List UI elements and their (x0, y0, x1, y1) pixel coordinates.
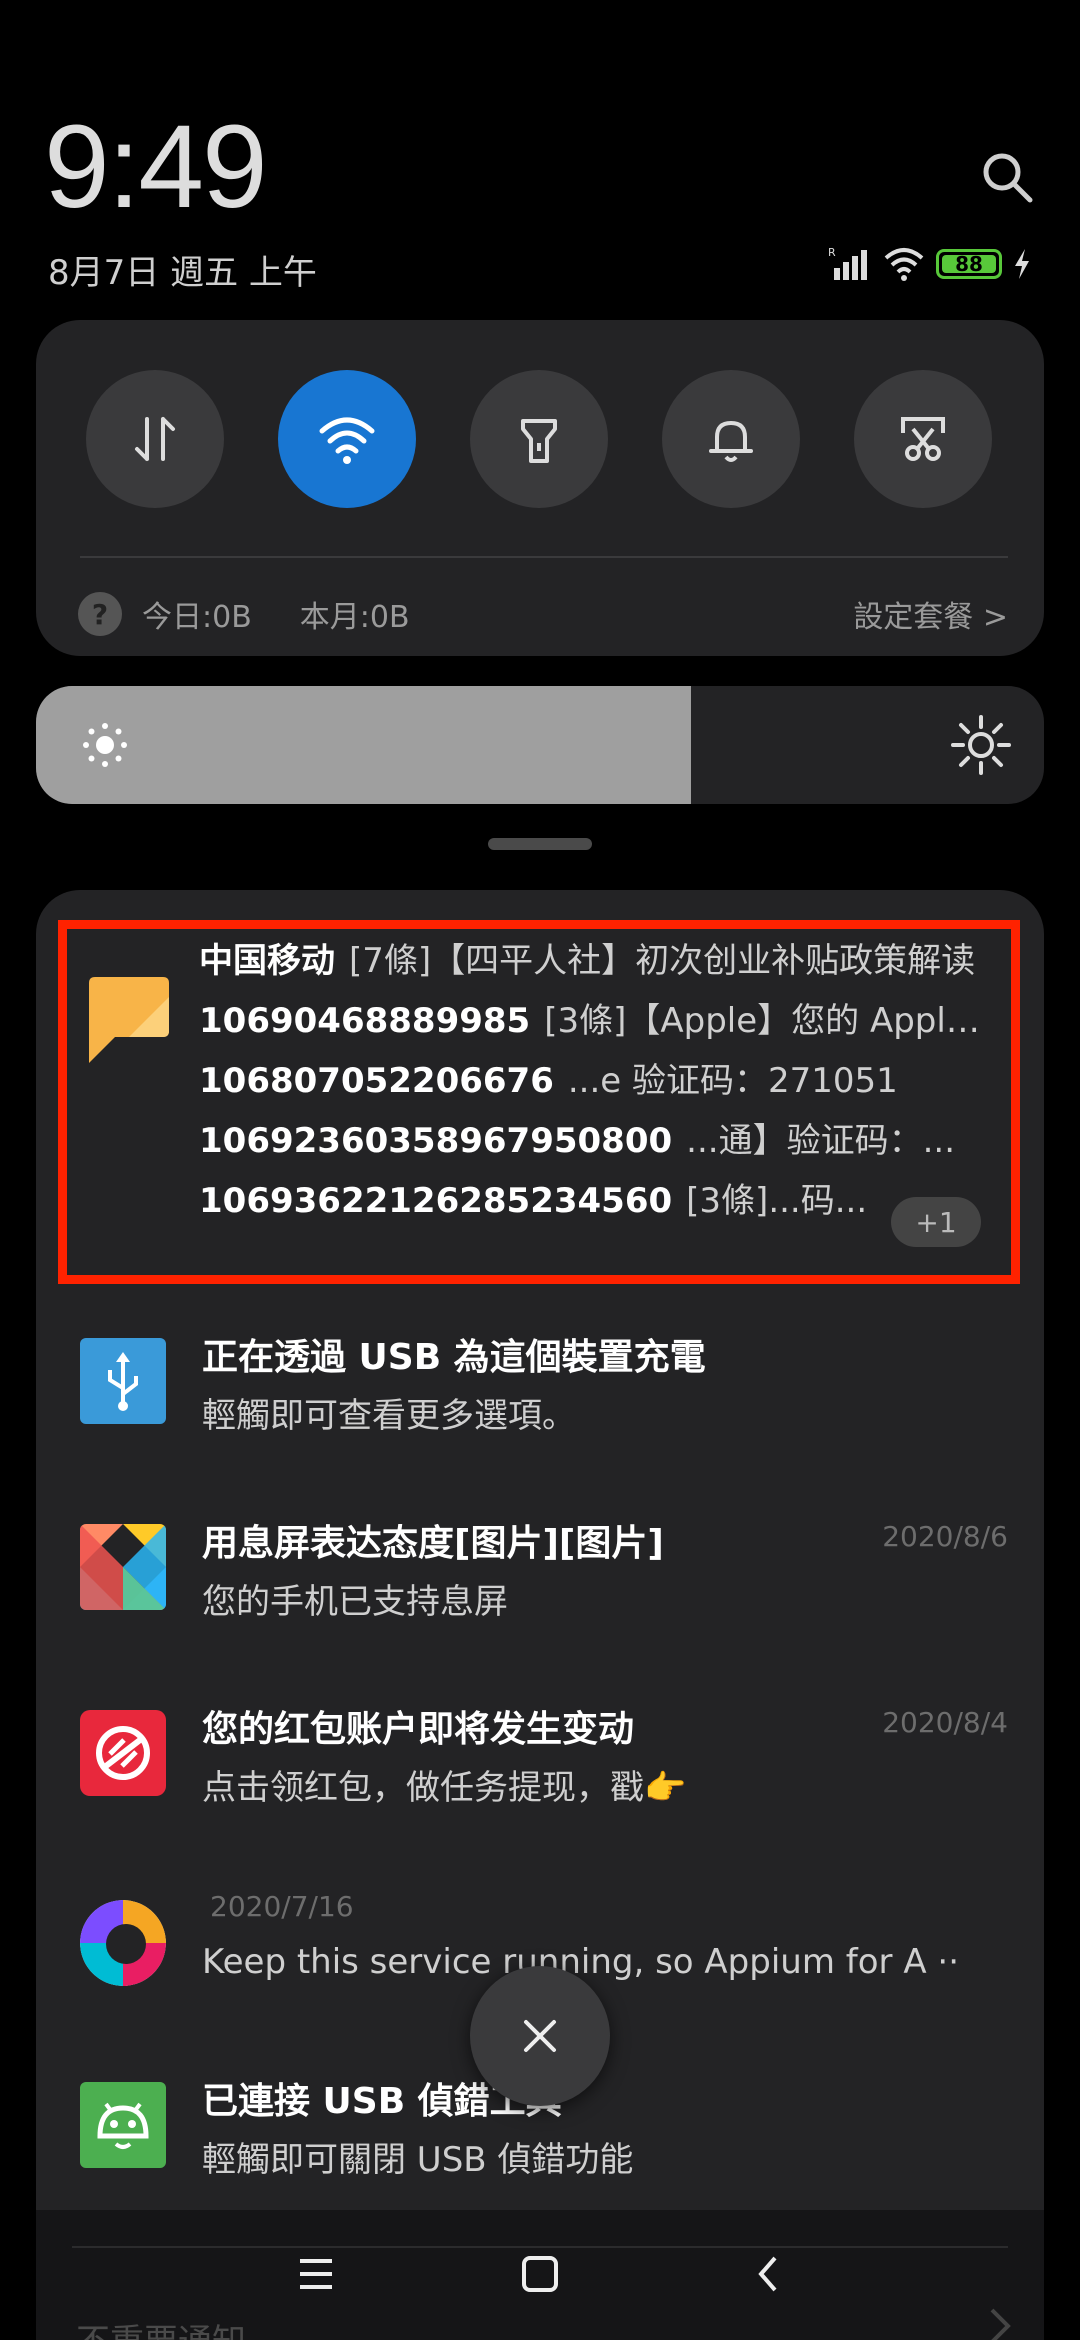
flashlight-toggle[interactable] (470, 370, 608, 508)
brightness-fill (36, 686, 692, 804)
quick-settings-panel: ? 今日:0B 本月:0B 設定套餐 > (36, 320, 1044, 656)
notification-time: 2020/7/16 (210, 1890, 354, 1923)
menu-icon (300, 2259, 332, 2289)
data-usage-row: ? 今日:0B 本月:0B 設定套餐 > (78, 584, 1008, 644)
notification-usb-charge[interactable]: 正在透過 USB 為這個裝置充電 輕觸即可查看更多選項。 (36, 1300, 1044, 1480)
redpacket-app-icon (80, 1710, 166, 1796)
clear-all-button[interactable] (470, 1966, 610, 2106)
battery-level: 88 (955, 252, 983, 276)
wifi-icon (884, 248, 924, 281)
notification-body: 輕觸即可關閉 USB 偵錯功能 (202, 2140, 634, 2180)
notification-body: 您的手机已支持息屏 (202, 1582, 508, 1622)
notification-title: 正在透過 USB 為這個裝置充電 (202, 1337, 706, 1378)
date: 8月7日 週五 上午 (48, 253, 317, 293)
sms-notification-group[interactable]: 中国移动 [7條]【四平人社】初次创业补贴政策解读 10690468889985[… (58, 920, 1020, 1284)
appium-icon (80, 1900, 166, 1986)
status-icons: R 88 (828, 244, 1032, 284)
data-arrows-icon (135, 417, 175, 461)
notification-time: 2020/8/4 (882, 1706, 1008, 1739)
clock: 9:49 (44, 101, 268, 233)
scissors-icon (901, 417, 945, 461)
bell-icon (709, 421, 753, 462)
notification-body: 点击领红包，做任务提现，戳👉 (202, 1768, 687, 1808)
sms-line: 中国移动 [7條]【四平人社】初次创业补贴政策解读 (199, 941, 976, 981)
chevron-right-icon (990, 2308, 1011, 2340)
sms-line: 10690468889985[3條]【Apple】您的 Apple ID 验证码 (199, 1001, 999, 1041)
brightness-slider[interactable] (36, 686, 1044, 804)
menu-nav-button[interactable] (286, 2244, 346, 2304)
usb-icon (80, 1338, 166, 1424)
message-icon (89, 977, 169, 1063)
search-icon[interactable] (978, 148, 1036, 206)
set-plan-link[interactable]: 設定套餐 > (853, 592, 1008, 636)
back-chevron-icon (758, 2256, 777, 2292)
notification-body: 輕觸即可查看更多選項。 (202, 1396, 576, 1436)
screenshot-toggle[interactable] (854, 370, 992, 508)
brightness-low-icon (83, 723, 127, 767)
sms-line: 10693622126285234560 [3條]...码... (199, 1181, 868, 1221)
home-square-icon (522, 2256, 558, 2292)
android-debug-icon (80, 2082, 166, 2168)
home-nav-button[interactable] (510, 2244, 570, 2304)
svg-text:R: R (828, 246, 836, 259)
sms-line: 106807052206676 ...e 验证码：271051 (199, 1061, 898, 1101)
charging-bolt-icon (1015, 249, 1029, 279)
back-nav-button[interactable] (738, 2244, 798, 2304)
notification-title: 您的红包账户即将发生变动 (202, 1709, 635, 1750)
data-today: 今日:0B (142, 600, 252, 635)
battery-icon: 88 (936, 249, 1002, 279)
more-count-badge[interactable]: +1 (891, 1197, 981, 1247)
minor-notifications-label[interactable]: 不重要通知 (76, 2314, 246, 2340)
notification-body: Keep this service running, so Appium for… (202, 1942, 959, 1982)
mobile-data-toggle[interactable] (86, 370, 224, 508)
sms-line: 10692360358967950800 ...通】验证码：... (199, 1121, 956, 1161)
notification-redpacket[interactable]: 您的红包账户即将发生变动 点击领红包，做任务提现，戳👉 2020/8/4 (36, 1672, 1044, 1852)
data-month: 本月:0B (299, 600, 410, 635)
notification-title: 用息屏表达态度[图片][图片] (202, 1523, 664, 1564)
notification-time: 2020/8/6 (882, 1520, 1008, 1553)
divider (80, 556, 1008, 558)
wifi-icon (319, 417, 375, 464)
notification-aod[interactable]: 用息屏表达态度[图片][图片] 您的手机已支持息屏 2020/8/6 (36, 1486, 1044, 1666)
close-icon (524, 2020, 556, 2052)
ring-toggle[interactable] (662, 370, 800, 508)
drag-handle[interactable] (488, 838, 592, 850)
themes-icon (80, 1524, 166, 1610)
wifi-toggle[interactable] (278, 370, 416, 508)
brightness-high-icon (951, 715, 1011, 775)
signal-icon: R (828, 246, 867, 280)
flashlight-icon (521, 419, 557, 463)
help-icon[interactable]: ? (78, 592, 122, 636)
